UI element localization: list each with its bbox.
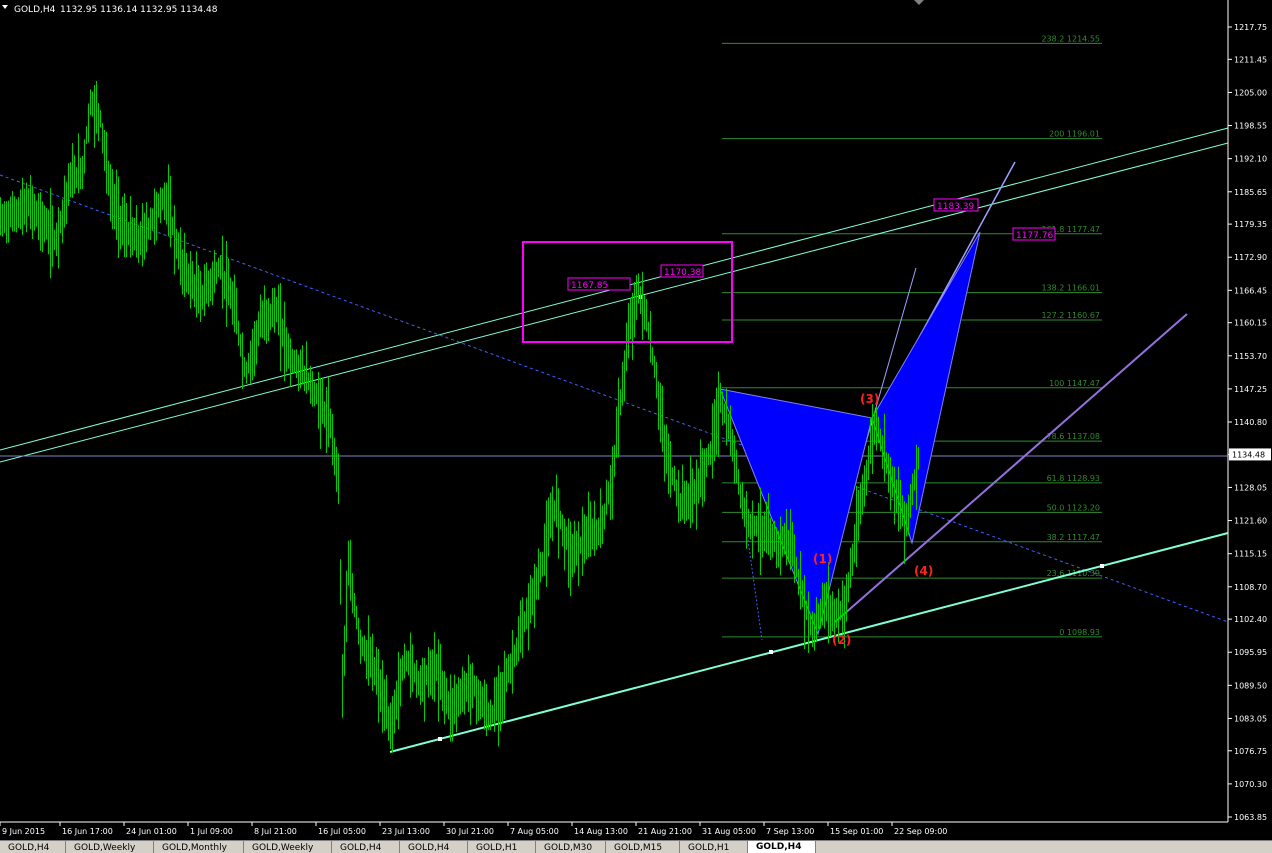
y-tick-label: 1089.50 [1234, 681, 1267, 690]
price-label-text: 1177.76 [1016, 231, 1053, 241]
y-tick-label: 1121.60 [1234, 517, 1267, 526]
y-tick-label: 1140.80 [1234, 418, 1267, 427]
y-tick-label: 1115.15 [1234, 550, 1267, 559]
fib-level-label: 138.2 1166.01 [1041, 284, 1100, 293]
price-label-text: 1183.39 [937, 202, 974, 212]
x-tick-label: 9 Jun 2015 [2, 827, 45, 836]
y-tick-label: 1160.15 [1234, 319, 1267, 328]
tab-gold-monthly[interactable]: GOLD,Monthly [154, 841, 244, 853]
y-tick-label: 1108.70 [1234, 583, 1267, 592]
fib-level-label: 127.2 1160.67 [1041, 311, 1100, 320]
y-tick-label: 1205.00 [1234, 88, 1267, 97]
y-tick-label: 1198.55 [1234, 122, 1267, 131]
tab-gold-h1[interactable]: GOLD,H1 [680, 841, 748, 853]
wave-label: (1) [813, 552, 832, 566]
fib-level-label: 200 1196.01 [1049, 130, 1100, 139]
tab-gold-h4[interactable]: GOLD,H4 [400, 841, 468, 853]
y-tick-label: 1063.85 [1234, 813, 1267, 822]
fib-level-label: 38.2 1117.47 [1047, 533, 1100, 542]
y-tick-label: 1179.35 [1234, 220, 1267, 229]
wave-label: (2) [832, 633, 851, 647]
y-tick-label: 1083.05 [1234, 714, 1267, 723]
x-tick-label: 1 Jul 09:00 [190, 827, 233, 836]
x-tick-label: 8 Jul 21:00 [254, 827, 297, 836]
y-tick-label: 1185.65 [1234, 188, 1267, 197]
y-tick-label: 1217.75 [1234, 23, 1267, 32]
chart-tabs: GOLD,H4 GOLD,Weekly GOLD,Monthly GOLD,Weekl… [0, 840, 1272, 853]
tab-gold-m30[interactable]: GOLD,M30 [536, 841, 606, 853]
fib-level-label: 78.6 1137.08 [1047, 432, 1100, 441]
x-tick-label: 7 Sep 13:00 [766, 827, 814, 836]
anchor-point[interactable] [1100, 564, 1104, 568]
x-tick-label: 7 Aug 05:00 [510, 827, 559, 836]
tab-gold-h4[interactable]: GOLD,H4 [748, 841, 816, 853]
y-tick-label: 1211.45 [1234, 55, 1267, 64]
x-tick-label: 16 Jul 05:00 [318, 827, 366, 836]
tab-gold-h1[interactable]: GOLD,H1 [468, 841, 536, 853]
x-tick-label: 16 Jun 17:00 [62, 827, 113, 836]
current-price-label: 1134.48 [1232, 450, 1265, 459]
tab-gold-h4[interactable]: GOLD,H4 [332, 841, 400, 853]
x-tick-label: 22 Sep 09:00 [894, 827, 947, 836]
tab-gold-weekly[interactable]: GOLD,Weekly [244, 841, 332, 853]
x-tick-label: 31 Aug 05:00 [702, 827, 756, 836]
y-tick-label: 1102.40 [1234, 615, 1267, 624]
y-tick-label: 1172.90 [1234, 253, 1267, 262]
y-tick-label: 1070.30 [1234, 780, 1267, 789]
y-tick-label: 1153.70 [1234, 352, 1267, 361]
y-tick-label: 1076.75 [1234, 747, 1267, 756]
y-tick-label: 1147.25 [1234, 385, 1267, 394]
anchor-point[interactable] [769, 650, 773, 654]
ohlc-readout: 1132.95 1136.14 1132.95 1134.48 [60, 5, 218, 15]
price-label-text: 1170.38 [664, 268, 701, 278]
x-tick-label: 15 Sep 01:00 [830, 827, 883, 836]
chart-background [0, 0, 1272, 840]
y-tick-label: 1095.95 [1234, 648, 1267, 657]
y-tick-label: 1128.05 [1234, 483, 1267, 492]
y-tick-label: 1192.10 [1234, 155, 1267, 164]
x-tick-label: 14 Aug 13:00 [574, 827, 628, 836]
x-tick-label: 30 Jul 21:00 [446, 827, 494, 836]
x-tick-label: 21 Aug 21:00 [638, 827, 692, 836]
x-tick-label: 24 Jun 01:00 [126, 827, 177, 836]
x-tick-label: 23 Jul 13:00 [382, 827, 430, 836]
tab-gold-h4[interactable]: GOLD,H4 [0, 841, 66, 853]
symbol-label: GOLD,H4 [14, 5, 56, 15]
wave-label: (3) [860, 392, 879, 406]
fib-level-label: 0 1098.93 [1059, 628, 1100, 637]
y-tick-label: 1166.45 [1234, 286, 1267, 295]
fib-level-label: 238.2 1214.55 [1041, 34, 1100, 43]
fib-level-label: 50.0 1123.20 [1047, 503, 1100, 512]
price-label-text: 1167.85 [571, 281, 608, 291]
tab-gold-m15[interactable]: GOLD,M15 [606, 841, 680, 853]
anchor-point[interactable] [438, 737, 442, 741]
fib-level-label: 100 1147.47 [1049, 379, 1100, 388]
wave-label: (4) [914, 564, 933, 578]
fib-level-label: 61.8 1128.93 [1047, 474, 1100, 483]
tab-gold-weekly[interactable]: GOLD,Weekly [66, 841, 154, 853]
price-chart[interactable]: 238.2 1214.55200 1196.01161.8 1177.47138… [0, 0, 1272, 840]
